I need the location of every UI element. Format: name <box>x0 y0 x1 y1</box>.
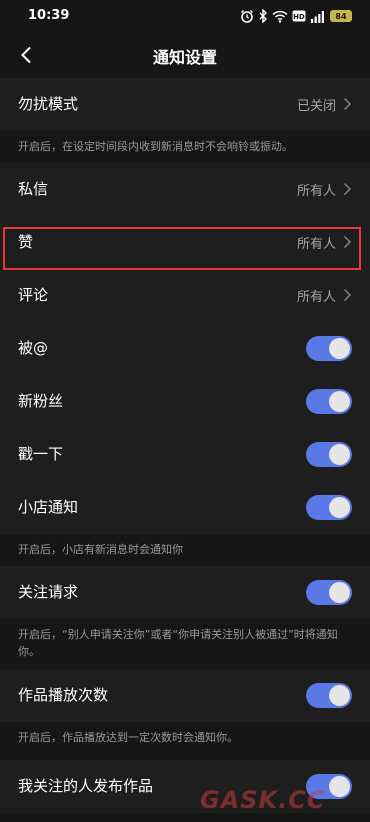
setting-value: 所有人 <box>296 290 336 305</box>
toggle-knob <box>329 776 350 797</box>
setting-dnd[interactable]: 勿扰模式 已关闭 <box>0 78 370 131</box>
play-count-toggle[interactable] <box>306 683 352 708</box>
mention-toggle[interactable] <box>306 336 352 361</box>
setting-private-message[interactable]: 私信 所有人 <box>0 163 370 216</box>
bluetooth-icon <box>258 9 268 23</box>
setting-label: 关注请求 <box>18 583 79 601</box>
chevron-right-icon <box>344 183 351 195</box>
battery-icon: 84 <box>330 10 352 22</box>
dnd-note: 开启后，在设定时间段内收到新消息时不会响铃或振动。 <box>0 131 370 163</box>
chevron-right-icon <box>344 236 351 248</box>
setting-mention: 被@ <box>0 322 370 375</box>
setting-label: 作品播放次数 <box>18 686 109 704</box>
toggle-knob <box>329 338 350 359</box>
chevron-right-icon <box>344 98 351 110</box>
toggle-knob <box>329 391 350 412</box>
poke-toggle[interactable] <box>306 442 352 467</box>
setting-label: 戳一下 <box>18 445 64 463</box>
wifi-icon <box>272 10 288 23</box>
setting-value: 所有人 <box>296 184 336 199</box>
watermark: GASK.CC <box>200 786 326 814</box>
play-count-note: 开启后，作品播放达到一定次数时会通知你。 <box>0 722 370 760</box>
setting-follow-request: 关注请求 <box>0 566 370 619</box>
toggle-knob <box>329 497 350 518</box>
follow-request-toggle[interactable] <box>306 580 352 605</box>
hd-icon: HD <box>292 10 306 22</box>
setting-label: 评论 <box>18 286 49 304</box>
toggle-knob <box>329 444 350 465</box>
setting-poke: 戳一下 <box>0 428 370 481</box>
page-title: 通知设置 <box>152 48 217 67</box>
setting-shop: 小店通知 <box>0 481 370 534</box>
status-time: 10:39 <box>28 8 70 23</box>
alarm-icon <box>240 9 254 23</box>
shop-toggle[interactable] <box>306 495 352 520</box>
status-bar: 10:39 HD 84 <box>0 0 370 32</box>
status-icons: HD 84 <box>240 7 352 25</box>
nav-bar: 通知设置 <box>0 32 370 78</box>
svg-text:HD: HD <box>293 13 305 21</box>
shop-note: 开启后，小店有新消息时会通知你 <box>0 534 370 566</box>
setting-comments[interactable]: 评论 所有人 <box>0 269 370 322</box>
follow-request-note: 开启后，“别人申请关注你”或者“你申请关注别人被通过”时将通知你。 <box>0 619 370 669</box>
chevron-right-icon <box>344 289 351 301</box>
setting-label: 被@ <box>18 339 49 357</box>
setting-label: 勿扰模式 <box>18 95 79 113</box>
signal-icon <box>310 10 326 23</box>
setting-play-count: 作品播放次数 <box>0 669 370 722</box>
new-fans-toggle[interactable] <box>306 389 352 414</box>
setting-likes[interactable]: 赞 所有人 <box>0 216 370 269</box>
toggle-knob <box>329 685 350 706</box>
setting-value: 已关闭 <box>296 99 336 114</box>
setting-label: 新粉丝 <box>18 392 64 410</box>
settings-list: 勿扰模式 已关闭 开启后，在设定时间段内收到新消息时不会响铃或振动。 私信 所有… <box>0 78 370 813</box>
setting-label: 私信 <box>18 180 49 198</box>
setting-new-fans: 新粉丝 <box>0 375 370 428</box>
setting-label: 赞 <box>18 233 34 251</box>
setting-label: 我关注的人发布作品 <box>18 777 154 795</box>
toggle-knob <box>329 582 350 603</box>
setting-value: 所有人 <box>296 237 336 252</box>
setting-label: 小店通知 <box>18 498 79 516</box>
